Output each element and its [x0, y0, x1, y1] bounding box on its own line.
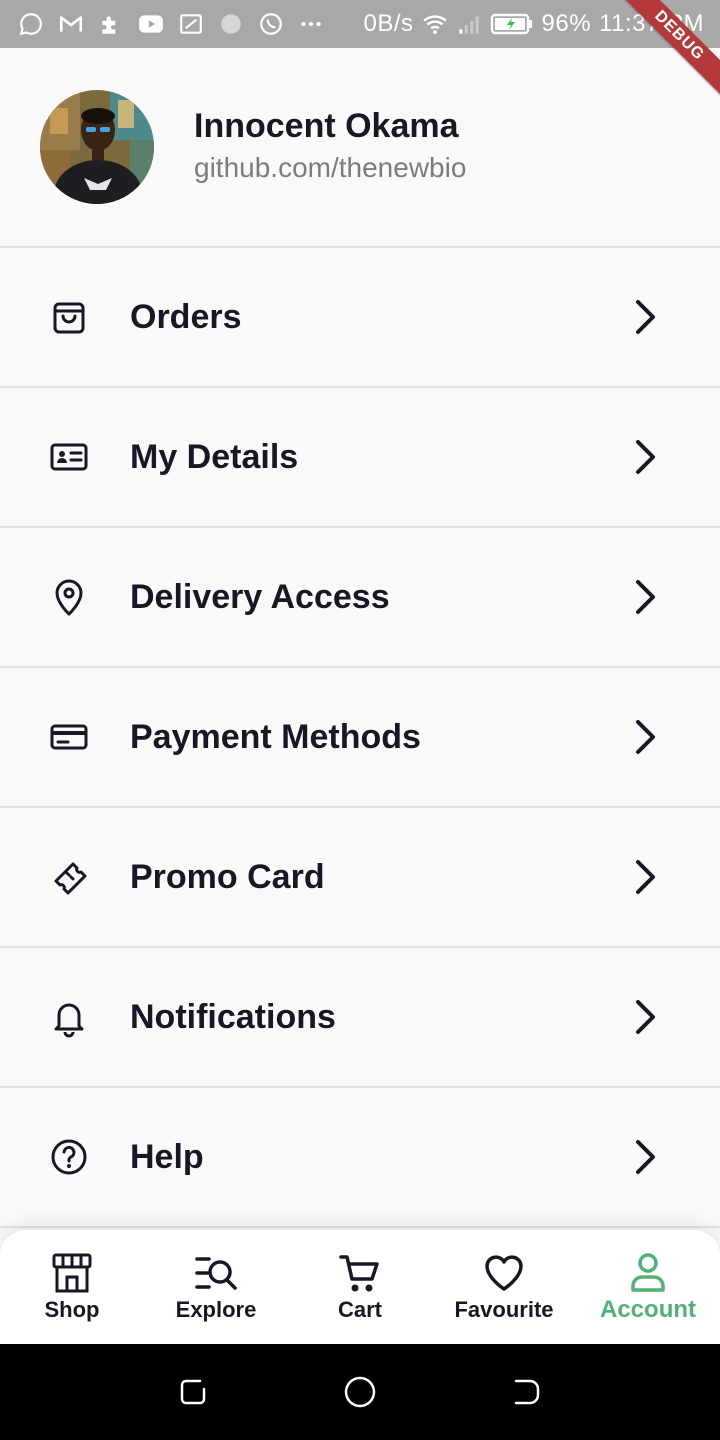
chevron-right-icon: [628, 716, 664, 758]
heart-icon: [482, 1251, 526, 1295]
shopping-bag-icon: [48, 296, 90, 338]
help-circle-icon: [48, 1136, 90, 1178]
chevron-right-icon: [628, 296, 664, 338]
menu-item-notifications[interactable]: Notifications: [0, 948, 720, 1088]
location-pin-icon: [48, 576, 90, 618]
user-icon: [626, 1250, 670, 1294]
status-bar: 0B/s 96% 11:37 PM: [0, 0, 720, 48]
nav-item-cart[interactable]: Cart: [288, 1230, 432, 1344]
net-speed: 0B/s: [363, 10, 414, 37]
bottom-nav: Shop Explore Cart Favourite Account: [0, 1230, 720, 1344]
menu-item-delivery-access[interactable]: Delivery Access: [0, 528, 720, 668]
battery-level: 96%: [541, 10, 592, 37]
screen-icon: [178, 11, 204, 37]
recents-button[interactable]: [176, 1375, 210, 1409]
chevron-right-icon: [628, 436, 664, 478]
chevron-right-icon: [628, 576, 664, 618]
profile-name: Innocent Okama: [194, 107, 459, 145]
nav-item-explore[interactable]: Explore: [144, 1230, 288, 1344]
ticket-icon: [48, 856, 90, 898]
dot-icon: [218, 11, 244, 37]
profile-info: Innocent Okama github.com/thenewbio: [194, 106, 466, 188]
system-nav-bar: [0, 1344, 720, 1440]
signal-icon: [456, 11, 482, 37]
chevron-right-icon: [628, 1136, 664, 1178]
notification-icons: [18, 11, 324, 37]
more-icon: [298, 11, 324, 37]
back-button[interactable]: [510, 1375, 544, 1409]
menu-label: Payment Methods: [130, 717, 421, 756]
nav-label: Cart: [337, 1297, 382, 1322]
chevron-right-icon: [628, 856, 664, 898]
nav-item-favourite[interactable]: Favourite: [432, 1230, 576, 1344]
menu-label: Notifications: [130, 997, 336, 1036]
chevron-right-icon: [628, 996, 664, 1038]
bell-icon: [48, 996, 90, 1038]
menu-item-orders[interactable]: Orders: [0, 248, 720, 388]
whatsapp-icon: [258, 11, 284, 37]
puzzle-icon: [98, 11, 124, 37]
nav-label: Favourite: [454, 1297, 554, 1322]
id-card-icon: [48, 436, 90, 478]
menu-label: Promo Card: [130, 857, 325, 896]
nav-label: Explore: [175, 1297, 257, 1322]
account-menu: Orders My Details Delivery Access Paymen…: [0, 248, 720, 1228]
home-button[interactable]: [343, 1375, 377, 1409]
nav-item-shop[interactable]: Shop: [0, 1230, 144, 1344]
gmail-icon: [58, 11, 84, 37]
menu-item-payment-methods[interactable]: Payment Methods: [0, 668, 720, 808]
menu-item-promo-card[interactable]: Promo Card: [0, 808, 720, 948]
nav-item-account[interactable]: Account: [576, 1230, 720, 1344]
menu-label: Help: [130, 1137, 204, 1176]
nav-label: Account: [600, 1296, 696, 1323]
nav-label: Shop: [44, 1297, 100, 1322]
chat-icon: [18, 11, 44, 37]
profile-header[interactable]: Innocent Okama github.com/thenewbio: [0, 48, 720, 248]
menu-label: Delivery Access: [130, 577, 390, 616]
profile-link[interactable]: github.com/thenewbio: [194, 148, 466, 188]
battery-icon: [490, 12, 534, 36]
cart-icon: [338, 1251, 382, 1295]
youtube-icon: [138, 11, 164, 37]
menu-item-help[interactable]: Help: [0, 1088, 720, 1228]
menu-label: My Details: [130, 437, 299, 476]
menu-item-my-details[interactable]: My Details: [0, 388, 720, 528]
store-icon: [50, 1251, 94, 1295]
avatar[interactable]: [40, 90, 154, 204]
explore-search-icon: [194, 1251, 238, 1295]
menu-label: Orders: [130, 297, 242, 336]
credit-card-icon: [48, 716, 90, 758]
wifi-icon: [422, 11, 448, 37]
